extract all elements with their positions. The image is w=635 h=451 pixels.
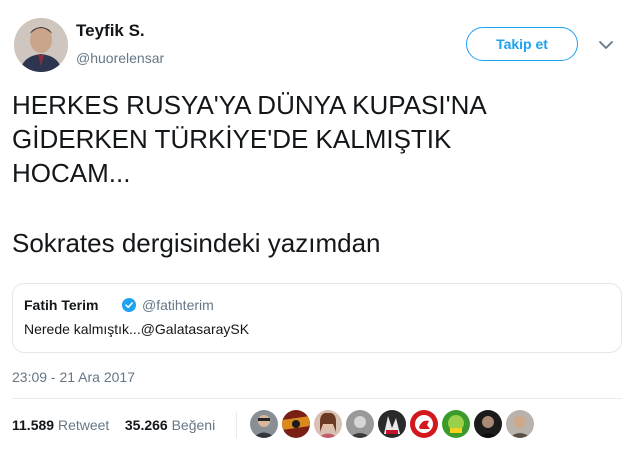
author-handle[interactable]: @huorelensar <box>76 50 164 66</box>
quoted-tweet-text: Nerede kalmıştık...@GalatasaraySK <box>24 321 250 337</box>
liker-avatar[interactable] <box>250 410 278 438</box>
liker-avatar[interactable] <box>506 410 534 438</box>
divider <box>12 398 622 399</box>
quoted-author-handle: @fatihterim <box>142 297 214 313</box>
retweet-stat[interactable]: 11.589 Retweet <box>12 417 109 433</box>
verified-badge-icon <box>122 298 136 312</box>
like-stat[interactable]: 35.266 Beğeni <box>125 417 215 433</box>
tweet-stats: 11.589 Retweet 35.266 Beğeni <box>12 417 215 433</box>
like-count: 35.266 <box>124 417 168 433</box>
liker-avatar[interactable] <box>378 410 406 438</box>
liker-avatar[interactable] <box>442 410 470 438</box>
author-avatar[interactable] <box>14 18 68 72</box>
liker-avatar[interactable] <box>474 410 502 438</box>
like-label: Beğeni <box>171 417 216 433</box>
liker-avatar[interactable] <box>282 410 310 438</box>
retweet-count: 11.589 <box>12 417 55 433</box>
tweet-timestamp[interactable]: 23:09 - 21 Ara 2017 <box>12 369 135 385</box>
liker-avatar[interactable] <box>314 410 342 438</box>
follow-button[interactable]: Takip et <box>466 27 578 61</box>
author-name[interactable]: Teyfik S. <box>76 21 145 41</box>
liker-avatar[interactable] <box>346 410 374 438</box>
liker-avatar[interactable] <box>410 410 438 438</box>
avatar-image <box>14 18 68 72</box>
stats-separator <box>236 412 237 438</box>
quoted-tweet-card[interactable]: Fatih Terim @fatihterim Nerede kalmıştık… <box>12 283 622 353</box>
retweet-label: Retweet <box>57 417 110 433</box>
chevron-down-icon[interactable] <box>597 38 615 52</box>
quoted-author-name: Fatih Terim <box>24 297 99 313</box>
tweet-text-secondary: Sokrates dergisindeki yazımdan <box>12 228 381 258</box>
tweet-text: HERKES RUSYA'YA DÜNYA KUPASI'NA GİDERKEN… <box>12 90 487 188</box>
